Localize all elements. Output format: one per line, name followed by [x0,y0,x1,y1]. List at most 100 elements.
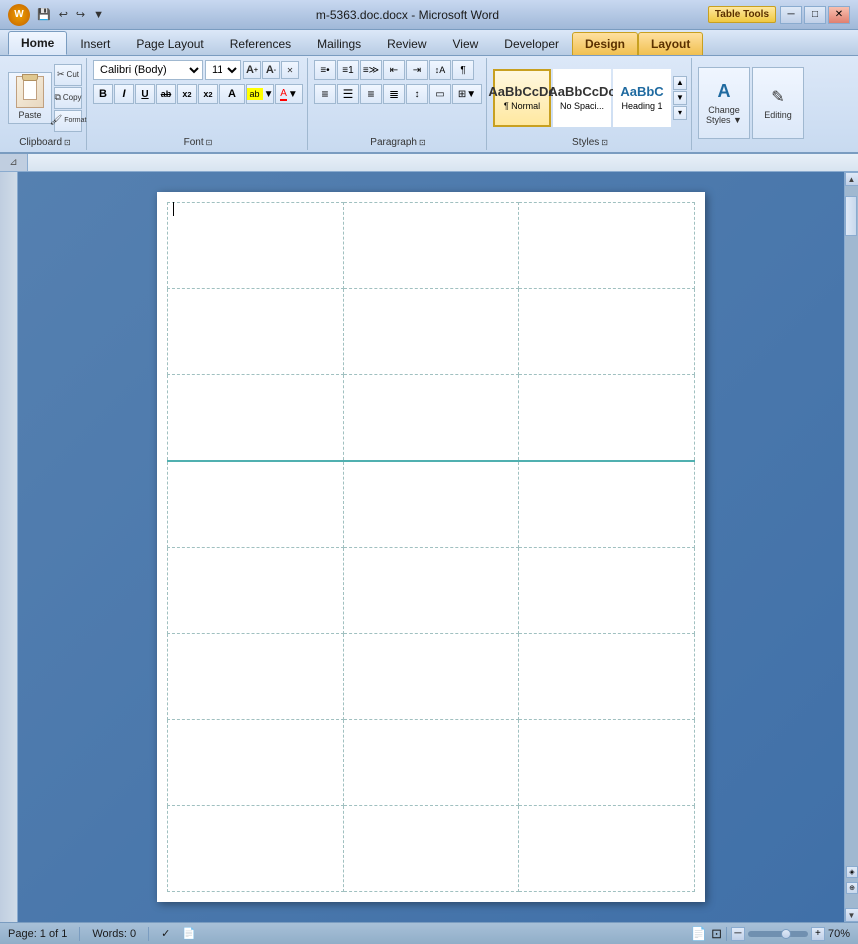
scroll-thumb[interactable] [845,196,857,236]
zoom-slider-track[interactable] [748,931,808,937]
italic-button[interactable]: I [114,84,134,104]
table-cell[interactable] [519,805,695,891]
line-spacing-button[interactable]: ↕ [406,84,428,104]
text-effects-button[interactable]: A [219,84,245,104]
copy-button[interactable]: ⧉Copy [54,87,82,109]
tab-layout[interactable]: Layout [638,32,703,55]
borders-button[interactable]: ⊞▼ [452,84,482,104]
multilevel-button[interactable]: ≡≫ [360,60,382,80]
tab-view[interactable]: View [440,32,492,55]
tab-insert[interactable]: Insert [67,32,123,55]
zoom-out-button[interactable]: ─ [731,927,745,941]
shading-button[interactable]: ▭ [429,84,451,104]
styles-expand[interactable]: ▾ [673,106,687,120]
scroll-down-button[interactable]: ▼ [845,908,858,922]
save-button[interactable]: 💾 [34,6,54,23]
tab-references[interactable]: References [217,32,304,55]
table-cell[interactable] [168,289,344,375]
table-cell[interactable] [168,203,344,289]
table-cell[interactable] [519,289,695,375]
table-cell[interactable] [343,719,519,805]
show-hide-button[interactable]: ¶ [452,60,474,80]
zoom-slider-thumb[interactable] [781,929,791,939]
strikethrough-button[interactable]: ab [156,84,176,104]
zoom-in-button[interactable]: + [811,927,825,941]
page-select-button[interactable]: ⊕ [846,882,858,894]
table-cell[interactable] [343,375,519,461]
paragraph-dialog-launcher[interactable]: ⊡ [419,138,426,147]
decrease-indent-button[interactable]: ⇤ [383,60,405,80]
subscript-button[interactable]: x2 [177,84,197,104]
table-cell[interactable] [168,547,344,633]
table-cell[interactable] [343,289,519,375]
clipboard-dialog-launcher[interactable]: ⊡ [64,138,71,147]
numbering-button[interactable]: ≡1 [337,60,359,80]
grow-font-button[interactable]: A+ [243,61,261,79]
tab-design[interactable]: Design [572,32,638,55]
font-color-button[interactable]: A▼ [275,84,303,104]
align-left-button[interactable]: ≡ [314,84,336,104]
table-cell[interactable] [519,203,695,289]
styles-scroll-down[interactable]: ▼ [673,91,687,105]
table-cell[interactable] [343,805,519,891]
tab-home[interactable]: Home [8,31,67,55]
view-fullscreen-icon[interactable]: ⊡ [711,926,722,942]
proofing-icon[interactable]: ✓ [161,927,170,940]
tab-mailings[interactable]: Mailings [304,32,374,55]
table-cell[interactable] [343,203,519,289]
table-cell[interactable] [519,461,695,547]
style-normal[interactable]: AaBbCcDc ¶ Normal [493,69,551,127]
quick-access-dropdown[interactable]: ▼ [90,6,107,23]
bullets-button[interactable]: ≡• [314,60,336,80]
font-name-select[interactable]: Calibri (Body) [93,60,203,80]
table-cell[interactable] [519,719,695,805]
editing-button[interactable]: ✎ Editing [752,67,804,139]
table-cell[interactable] [343,461,519,547]
office-logo[interactable]: W [8,4,30,26]
table-cell[interactable] [168,805,344,891]
superscript-button[interactable]: x2 [198,84,218,104]
sort-button[interactable]: ↕A [429,60,451,80]
document-area[interactable] [18,172,844,922]
redo-button[interactable]: ↪ [73,6,88,23]
styles-dialog-launcher[interactable]: ⊡ [601,138,608,147]
styles-scroll-up[interactable]: ▲ [673,76,687,90]
font-dialog-launcher[interactable]: ⊡ [206,138,213,147]
document-table[interactable] [167,202,695,892]
view-normal-icon[interactable]: 📄 [691,926,707,942]
format-painter-button[interactable]: 🖌Format [54,110,82,132]
maximize-button[interactable]: □ [804,6,826,24]
bold-button[interactable]: B [93,84,113,104]
vertical-scrollbar[interactable]: ▲ ◈ ⊕ ▼ [844,172,858,922]
tab-page-layout[interactable]: Page Layout [123,32,216,55]
table-cell[interactable] [168,461,344,547]
table-cell[interactable] [519,547,695,633]
scroll-up-button[interactable]: ▲ [845,172,858,186]
table-cell[interactable] [519,633,695,719]
font-size-select[interactable]: 11 [205,60,241,80]
justify-button[interactable]: ≣ [383,84,405,104]
cut-button[interactable]: ✂Cut [54,64,82,86]
page[interactable] [157,192,705,902]
minimize-button[interactable]: ─ [780,6,802,24]
table-cell[interactable] [519,375,695,461]
undo-button[interactable]: ↩ [56,6,71,23]
ruler-corner[interactable]: ⊿ [0,154,28,172]
scroll-track[interactable]: ◈ ⊕ [845,186,858,908]
increase-indent-button[interactable]: ⇥ [406,60,428,80]
table-cell[interactable] [343,633,519,719]
clear-format-button[interactable]: ✕ [281,61,299,79]
table-cell[interactable] [343,547,519,633]
paste-button[interactable]: Paste [8,72,52,124]
table-cell[interactable] [168,375,344,461]
underline-button[interactable]: U [135,84,155,104]
style-heading1[interactable]: AaBbC Heading 1 [613,69,671,127]
zoom-control[interactable]: ─ + 70% [731,927,850,941]
change-styles-button[interactable]: A ChangeStyles ▼ [698,67,750,139]
shrink-font-button[interactable]: A- [262,61,280,79]
center-button[interactable]: ☰ [337,84,359,104]
highlight-button[interactable]: ab▼ [246,84,274,104]
page-up-button[interactable]: ◈ [846,866,858,878]
style-no-spacing[interactable]: AaBbCcDc No Spaci... [553,69,611,127]
tab-review[interactable]: Review [374,32,439,55]
